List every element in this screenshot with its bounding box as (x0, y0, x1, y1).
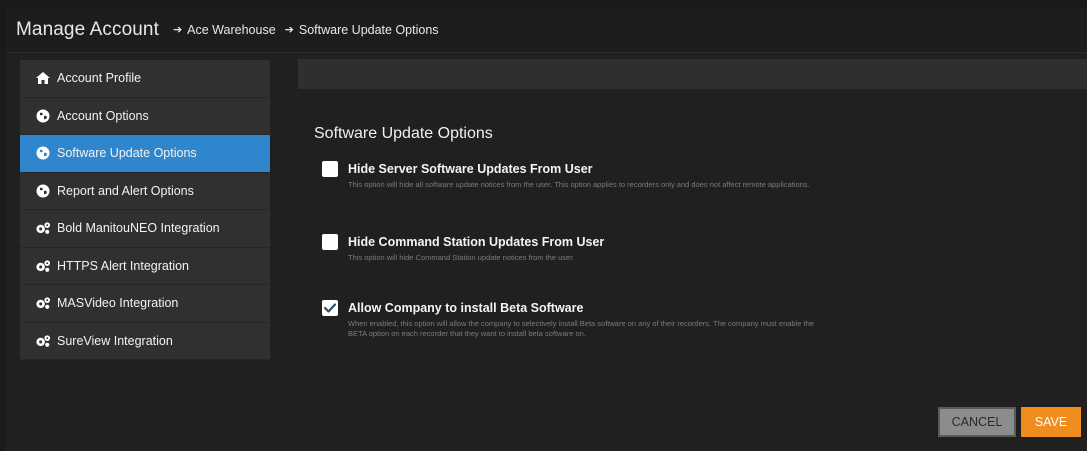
sidebar-nav: Account Profile Account Options Software… (20, 60, 270, 360)
option-description: This option will hide Command Station up… (348, 253, 575, 262)
option-label: Hide Server Software Updates From User (348, 162, 593, 176)
checkmark-icon (324, 303, 336, 313)
save-button[interactable]: SAVE (1021, 407, 1081, 437)
allow-beta-software-checkbox[interactable] (322, 300, 338, 316)
sidebar-item-label: HTTPS Alert Integration (57, 258, 190, 273)
sidebar-item-label: Account Profile (57, 71, 142, 86)
gears-icon (35, 258, 51, 274)
sidebar-item-label: Software Update Options (57, 146, 197, 161)
breadcrumb-label: Ace Warehouse (187, 22, 276, 37)
option-description: This option will hide all software updat… (348, 180, 810, 189)
sidebar-item-label: Report and Alert Options (57, 183, 194, 198)
globe-icon (35, 145, 51, 161)
sidebar-item-account-profile[interactable]: Account Profile (20, 60, 270, 98)
sidebar-item-account-options[interactable]: Account Options (20, 98, 270, 135)
page-header: Manage Account ➔ Ace Warehouse ➔ Softwar… (6, 7, 1087, 53)
gears-icon (35, 220, 51, 236)
sidebar-item-masvideo[interactable]: MASVideo Integration (20, 285, 270, 323)
option-label: Hide Command Station Updates From User (348, 235, 605, 249)
arrow-right-icon: ➔ (172, 24, 183, 36)
option-hide-command-station-updates: Hide Command Station Updates From User T… (322, 234, 818, 263)
sidebar-item-software-update-options[interactable]: Software Update Options (20, 135, 270, 173)
sidebar-item-sureview[interactable]: SureView Integration (20, 323, 270, 360)
page-title: Manage Account (16, 18, 159, 40)
hide-server-updates-checkbox[interactable] (322, 161, 338, 177)
option-allow-beta-software: Allow Company to install Beta Software W… (322, 300, 818, 339)
section-title: Software Update Options (314, 125, 493, 142)
globe-icon (35, 108, 51, 124)
breadcrumb-current: ➔ Software Update Options (285, 23, 439, 37)
sidebar-item-label: Account Options (57, 108, 149, 123)
gears-icon (35, 333, 51, 349)
main-content: Software Update Options Hide Server Soft… (298, 89, 1087, 409)
hide-command-station-updates-checkbox[interactable] (322, 234, 338, 250)
arrow-right-icon: ➔ (284, 24, 294, 36)
globe-icon (35, 183, 51, 199)
home-icon (35, 70, 51, 86)
sidebar-item-bold-manitouneo[interactable]: Bold ManitouNEO Integration (20, 210, 270, 248)
breadcrumb-label: Software Update Options (298, 22, 439, 37)
gears-icon (35, 295, 51, 311)
option-label: Allow Company to install Beta Software (348, 301, 584, 315)
breadcrumb-account[interactable]: ➔ Ace Warehouse (173, 23, 276, 37)
sidebar-item-label: MASVideo Integration (57, 296, 179, 311)
content-top-bar (298, 59, 1087, 89)
sidebar-item-report-alert-options[interactable]: Report and Alert Options (20, 173, 270, 210)
sidebar-item-label: SureView Integration (57, 333, 173, 348)
sidebar-item-label: Bold ManitouNEO Integration (57, 221, 220, 236)
sidebar-item-https-alert[interactable]: HTTPS Alert Integration (20, 248, 270, 285)
cancel-button[interactable]: CANCEL (938, 407, 1016, 437)
option-description: When enabled, this option will allow the… (348, 319, 814, 338)
option-hide-server-updates: Hide Server Software Updates From User T… (322, 161, 818, 190)
app-window: Manage Account ➔ Ace Warehouse ➔ Softwar… (6, 7, 1087, 451)
